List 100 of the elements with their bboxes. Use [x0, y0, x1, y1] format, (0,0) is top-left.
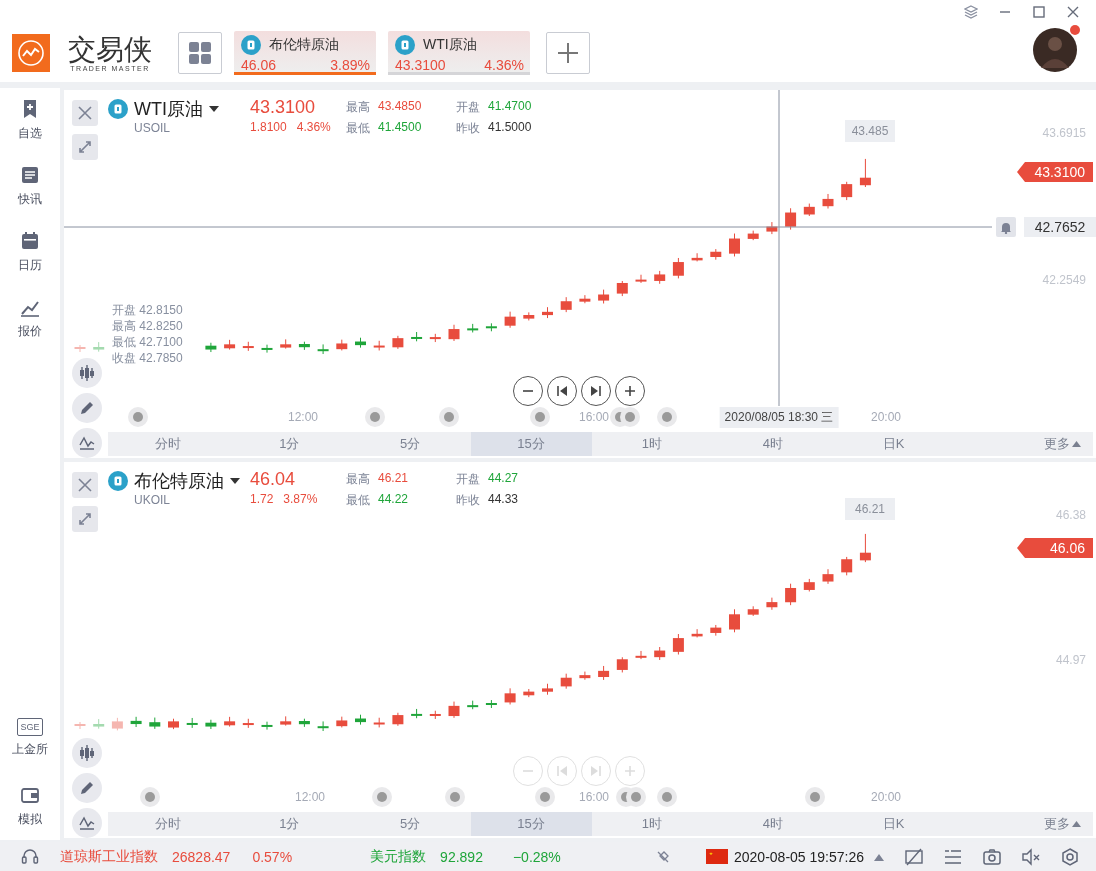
event-marker[interactable]: [535, 787, 555, 807]
event-marker[interactable]: [128, 407, 148, 427]
current-price: 46.04: [250, 469, 297, 490]
sidebar-item[interactable]: 报价: [0, 286, 60, 352]
chart-type-button[interactable]: [72, 358, 102, 388]
stat-value: 44.27: [488, 471, 519, 487]
candle: [803, 203, 815, 217]
time-label: 16:00: [579, 410, 609, 424]
period-tab[interactable]: 5分: [349, 812, 471, 836]
draw-button[interactable]: [72, 773, 102, 803]
time-label: 12:00: [288, 410, 318, 424]
dropdown-caret-icon[interactable]: [209, 106, 219, 112]
event-marker[interactable]: [439, 407, 459, 427]
event-marker[interactable]: [657, 787, 677, 807]
draw-button[interactable]: [72, 393, 102, 423]
close-icon[interactable]: [1066, 5, 1080, 19]
caret-icon[interactable]: [874, 852, 884, 861]
last-price-tag: 46.06: [1017, 538, 1093, 558]
crosshair-price-label: 42.7652: [1024, 217, 1096, 237]
settings-icon[interactable]: [1060, 846, 1080, 867]
calendar-icon: [19, 230, 41, 252]
instrument-tab[interactable]: WTI原油 43.3100 4.36%: [388, 31, 530, 75]
candle: [336, 716, 348, 728]
period-tab[interactable]: 1分: [228, 432, 350, 456]
candle: [710, 624, 722, 637]
indicator-icon: [78, 814, 96, 832]
event-marker[interactable]: [372, 787, 392, 807]
event-marker[interactable]: [657, 407, 677, 427]
period-tab[interactable]: 15分: [470, 812, 592, 836]
event-marker[interactable]: [140, 787, 160, 807]
candle: [616, 280, 628, 297]
zoom-out-button[interactable]: [513, 376, 543, 406]
close-chart-button[interactable]: [72, 472, 98, 498]
candlestick-icon: [78, 744, 96, 762]
event-marker[interactable]: [805, 787, 825, 807]
event-marker[interactable]: [620, 407, 640, 427]
maximize-icon[interactable]: [1032, 5, 1046, 19]
period-tab[interactable]: 1时: [591, 432, 713, 456]
chart-type-button[interactable]: [72, 738, 102, 768]
stat-label: 昨收: [456, 120, 480, 137]
avatar-icon[interactable]: [1033, 28, 1077, 72]
price-axis-label: 44.97: [1055, 653, 1086, 667]
period-tab[interactable]: 分时: [108, 432, 229, 456]
candle: [429, 710, 441, 720]
period-tab[interactable]: 4时: [712, 432, 834, 456]
ticker-name: 美元指数: [370, 847, 427, 866]
add-tab-button[interactable]: [546, 32, 590, 74]
expand-button[interactable]: [72, 506, 98, 532]
previous-button[interactable]: [547, 376, 577, 406]
period-tab[interactable]: 分时: [108, 812, 229, 836]
candle: [523, 311, 535, 321]
event-marker[interactable]: [365, 407, 385, 427]
sidebar-item[interactable]: 日历: [0, 220, 60, 286]
period-tab[interactable]: 日K: [833, 432, 955, 456]
camera-icon[interactable]: [982, 846, 1002, 867]
layers-icon[interactable]: [964, 5, 978, 19]
period-tab[interactable]: 1时: [591, 812, 713, 836]
more-button[interactable]: 更多: [954, 812, 1093, 836]
sidebar-item[interactable]: SGE 上金所: [0, 708, 60, 774]
more-button[interactable]: 更多: [954, 432, 1093, 456]
ticker-change: −0.28%: [512, 848, 561, 865]
period-tab[interactable]: 4时: [712, 812, 834, 836]
stat-label: 开盘: [456, 99, 480, 116]
period-tab[interactable]: 1分: [228, 812, 350, 836]
period-tab[interactable]: 15分: [470, 432, 592, 456]
candle: [542, 683, 553, 696]
candle: [729, 608, 740, 633]
period-tab[interactable]: 5分: [349, 432, 471, 456]
dropdown-caret-icon[interactable]: [230, 478, 240, 484]
zoom-in-button[interactable]: [615, 376, 645, 406]
close-chart-button[interactable]: [72, 100, 98, 126]
expand-button[interactable]: [72, 134, 98, 160]
indicator-button[interactable]: [72, 808, 102, 838]
stat-value: 46.21: [378, 471, 410, 487]
candle: [654, 646, 666, 661]
alert-button[interactable]: [996, 217, 1016, 237]
pencil-icon: [79, 780, 95, 796]
next-button[interactable]: [581, 376, 611, 406]
candle: [261, 721, 273, 731]
candle: [74, 344, 86, 353]
event-marker[interactable]: [626, 787, 646, 807]
instrument-name[interactable]: 布伦特原油: [134, 469, 224, 493]
period-tab[interactable]: 日K: [833, 812, 955, 836]
event-marker[interactable]: [530, 407, 550, 427]
instrument-tab[interactable]: 布伦特原油 46.06 3.89%: [234, 31, 376, 75]
candle: [504, 687, 516, 705]
indicator-button[interactable]: [72, 428, 102, 458]
sidebar-item[interactable]: 快讯: [0, 154, 60, 220]
sidebar-item[interactable]: 自选: [0, 88, 60, 154]
mute-icon[interactable]: [1021, 846, 1041, 867]
screen-off-icon[interactable]: [904, 846, 924, 867]
candle: [859, 158, 871, 188]
price-axis-label: 42.2549: [1042, 273, 1086, 287]
sidebar-item[interactable]: 模拟: [0, 774, 60, 840]
headset-icon[interactable]: [20, 846, 40, 867]
layout-button[interactable]: [178, 32, 222, 74]
event-marker[interactable]: [445, 787, 465, 807]
instrument-name[interactable]: WTI原油: [134, 97, 203, 121]
peak-price-label: 43.485: [845, 120, 895, 142]
notification-dot: [1070, 25, 1080, 35]
